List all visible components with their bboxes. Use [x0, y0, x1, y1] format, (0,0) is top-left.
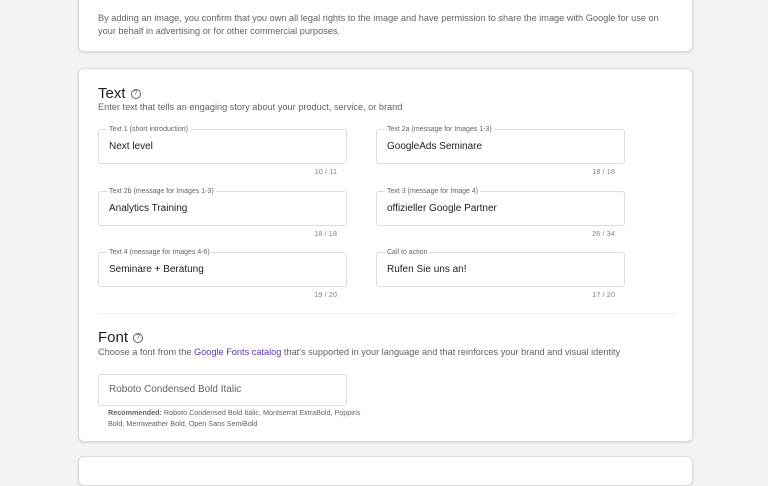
text-2a-counter: 18 / 18	[592, 167, 615, 176]
call-to-action-label: Call to action	[385, 248, 430, 257]
text-section-title: Text	[98, 85, 126, 102]
font-section-header: Font ?	[98, 329, 144, 346]
text-1-counter: 10 / 11	[314, 167, 337, 176]
font-select-field[interactable]: Roboto Condensed Bold Italic	[98, 374, 347, 406]
text-4-counter: 19 / 20	[314, 290, 337, 299]
text-1-value: Next level	[109, 141, 153, 152]
text-4-field[interactable]: Text 4 (message for Images 4-6) Seminare…	[98, 248, 347, 287]
text-2b-counter: 18 / 18	[314, 229, 337, 238]
text-2b-field[interactable]: Text 2b (message for Images 1-3) Analyti…	[98, 187, 347, 226]
help-circle-icon[interactable]: ?	[133, 333, 144, 343]
call-to-action-counter: 17 / 20	[592, 290, 615, 299]
image-disclaimer-card: By adding an image, you confirm that you…	[78, 0, 693, 52]
call-to-action-field[interactable]: Call to action Rufen Sie uns an!	[376, 248, 625, 287]
text-3-field[interactable]: Text 3 (message for Image 4) offizieller…	[376, 187, 625, 226]
help-circle-icon[interactable]: ?	[130, 89, 141, 99]
next-card	[78, 456, 693, 486]
recommended-fonts-note: Recommended: Roboto Condensed Bold Itali…	[108, 408, 368, 429]
font-description-text: Choose a font from the	[98, 347, 195, 357]
font-section-description: Choose a font from the Google Fonts cata…	[98, 347, 620, 357]
image-rights-disclaimer: By adding an image, you confirm that you…	[98, 13, 659, 36]
text-1-field[interactable]: Text 1 (short introduction) Next level	[98, 125, 347, 164]
text-2b-value: Analytics Training	[109, 203, 188, 214]
section-divider	[98, 313, 675, 314]
call-to-action-value: Rufen Sie uns an!	[387, 264, 467, 275]
text-section-description: Enter text that tells an engaging story …	[98, 102, 403, 112]
google-fonts-catalog-link[interactable]: Google Fonts catalog	[194, 347, 281, 357]
recommended-label: Recommended:	[108, 408, 162, 417]
font-section-title: Font	[98, 329, 129, 346]
text-2a-value: GoogleAds Seminare	[387, 141, 483, 152]
text-font-card: Text ? Enter text that tells an engaging…	[78, 68, 693, 442]
text-section-header: Text ?	[98, 85, 141, 102]
text-4-value: Seminare + Beratung	[109, 264, 204, 275]
text-4-label: Text 4 (message for Images 4-6)	[107, 248, 212, 257]
text-3-label: Text 3 (message for Image 4)	[385, 187, 481, 196]
text-2b-label: Text 2b (message for Images 1-3)	[107, 187, 216, 196]
selected-font-value: Roboto Condensed Bold Italic	[109, 384, 242, 395]
text-3-counter: 26 / 34	[592, 229, 615, 238]
text-2a-field[interactable]: Text 2a (message for Images 1-3) GoogleA…	[376, 125, 625, 164]
text-2a-label: Text 2a (message for Images 1-3)	[385, 125, 494, 134]
text-1-label: Text 1 (short introduction)	[107, 125, 190, 134]
text-3-value: offizieller Google Partner	[387, 203, 497, 214]
font-description-text-end: that's supported in your language and th…	[281, 347, 621, 357]
